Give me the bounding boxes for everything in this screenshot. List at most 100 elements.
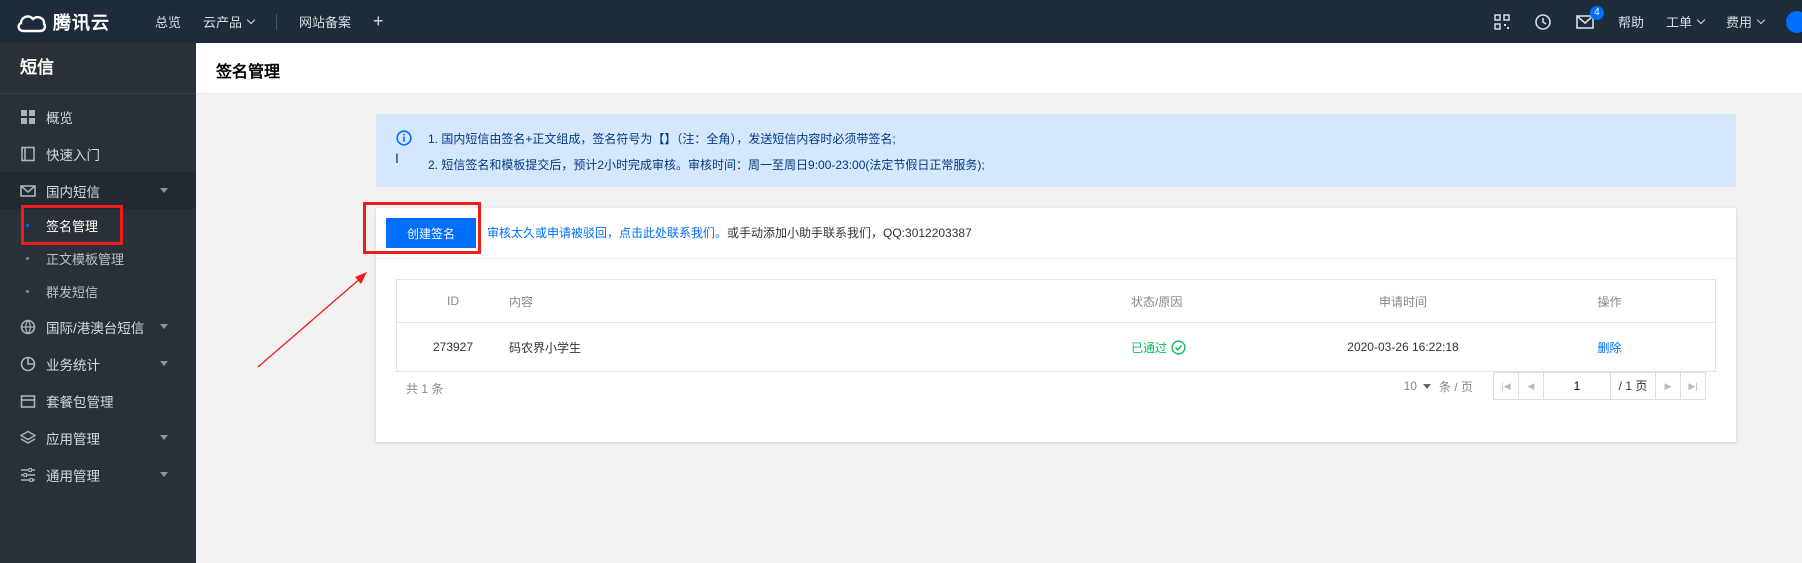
total-count: 共 1 条 xyxy=(406,382,444,396)
table-header-row: ID 内容 状态/原因 申请时间 操作 xyxy=(396,279,1716,323)
page-controls: |◀ ◀ / 1 页 ▶ ▶| xyxy=(1493,372,1706,400)
sidebar-item-general[interactable]: 通用管理 xyxy=(0,456,196,493)
contact-us-link[interactable]: 审核太久或申请被驳回，点击此处联系我们。 xyxy=(487,226,727,240)
status-text: 已通过 xyxy=(1131,340,1168,355)
col-header-op: 操作 xyxy=(1504,279,1716,323)
nav-products[interactable]: 云产品 xyxy=(203,12,256,31)
avatar[interactable] xyxy=(1786,10,1802,33)
sidebar-title: 短信 xyxy=(0,43,196,94)
qrcode-icon xyxy=(1494,13,1510,30)
sidebar-item-label: 快速入门 xyxy=(46,147,100,163)
sidebar-item-statistics[interactable]: 业务统计 xyxy=(0,345,196,382)
annotation-highlight-box xyxy=(363,202,481,254)
add-shortcut-button[interactable]: + xyxy=(373,11,384,32)
sidebar-item-templates[interactable]: 正文模板管理 xyxy=(0,242,196,275)
info-icon xyxy=(396,130,412,146)
signature-card: 创建签名 审核太久或申请被驳回，点击此处联系我们。或手动添加小助手联系我们，QQ… xyxy=(363,202,1736,442)
sidebar-item-overview[interactable]: 概览 xyxy=(0,98,196,135)
signature-table: ID 内容 状态/原因 申请时间 操作 273927 码农界小学生 已通过 20… xyxy=(396,279,1716,372)
nav-overview[interactable]: 总览 xyxy=(155,12,181,31)
cell-id: 273927 xyxy=(432,340,474,354)
notice-line-2: 2. 短信签名和模板提交后，预计2小时完成审核。审核时间：周一至周日9:00-2… xyxy=(428,158,985,172)
per-page-select[interactable]: 10 条 / 页 xyxy=(1404,378,1473,395)
page-number-input[interactable] xyxy=(1544,373,1611,399)
sidebar-item-domestic-sms[interactable]: 国内短信 xyxy=(0,172,196,209)
check-circle-icon xyxy=(1171,339,1186,355)
pagination: 10 条 / 页 |◀ ◀ / 1 页 ▶ ▶| xyxy=(1404,372,1706,400)
cloud-logo-icon xyxy=(17,14,47,32)
per-page-unit: 条 / 页 xyxy=(1438,379,1473,394)
brand-name: 腾讯云 xyxy=(53,12,110,33)
cell-time: 2020-03-26 16:22:18 xyxy=(1347,340,1459,354)
tickets-label: 工单 xyxy=(1665,15,1692,30)
tickets-menu[interactable]: 工单 xyxy=(1665,12,1706,31)
col-header-status: 状态/原因 xyxy=(1130,279,1302,323)
table-row: 273927 码农界小学生 已通过 2020-03-26 16:22:18 删除 xyxy=(397,323,1716,372)
bullet-icon xyxy=(26,257,29,260)
billing-menu[interactable]: 费用 xyxy=(1725,12,1766,31)
mail-button[interactable]: 4 xyxy=(1576,5,1604,29)
sidebar-item-label: 通用管理 xyxy=(46,468,100,484)
sidebar-menu: 概览 快速入门 国内短信 签名管理 正文模板管理 群发短信 国际/港澳台短信 业… xyxy=(0,98,196,493)
bullet-icon xyxy=(26,290,29,293)
sidebar-item-label: 应用管理 xyxy=(46,431,100,447)
sidebar-item-label: 国际/港澳台短信 xyxy=(46,320,145,336)
globe-icon xyxy=(20,319,36,334)
contact-tip: 审核太久或申请被驳回，点击此处联系我们。或手动添加小助手联系我们，QQ:3012… xyxy=(487,224,972,241)
brand-logo[interactable]: 腾讯云 xyxy=(15,9,135,35)
page-title: 签名管理 xyxy=(216,64,281,81)
per-page-value: 10 xyxy=(1403,379,1417,393)
qrcode-button[interactable] xyxy=(1494,13,1510,30)
mail-icon xyxy=(20,184,36,197)
chevron-down-icon xyxy=(246,15,256,25)
sidebar-item-label: 国内短信 xyxy=(46,184,100,200)
sidebar-item-quickstart[interactable]: 快速入门 xyxy=(0,135,196,172)
delete-link[interactable]: 删除 xyxy=(1597,341,1621,355)
sidebar-item-bulk-sms[interactable]: 群发短信 xyxy=(0,275,196,308)
info-notice: 1. 国内短信由签名+正文组成，签名符号为【】（注：全角），发送短信内容时必须带… xyxy=(376,114,1736,187)
sidebar-item-apps[interactable]: 应用管理 xyxy=(0,419,196,456)
table-footer: 共 1 条 10 条 / 页 |◀ ◀ / 1 页 ▶ ▶| xyxy=(396,372,1716,402)
nav-icp[interactable]: 网站备案 xyxy=(299,12,351,31)
cell-status: 已通过 xyxy=(1130,323,1302,372)
col-header-content: 内容 xyxy=(509,279,1130,323)
first-page-button[interactable]: |◀ xyxy=(1494,373,1519,399)
sidebar-item-international-sms[interactable]: 国际/港澳台短信 xyxy=(0,308,196,345)
clock-icon xyxy=(1535,13,1551,30)
total-pages: / 1 页 xyxy=(1618,379,1648,393)
chevron-down-icon xyxy=(1696,15,1706,25)
sidebar-item-label: 群发短信 xyxy=(46,285,99,300)
mail-badge: 4 xyxy=(1589,5,1604,20)
caret-down-icon xyxy=(160,472,168,477)
prev-page-button[interactable]: ◀ xyxy=(1519,373,1544,399)
help-link[interactable]: 帮助 xyxy=(1618,12,1644,31)
sliders-icon xyxy=(21,467,35,482)
text-cursor-icon: I xyxy=(395,150,399,166)
caret-down-icon xyxy=(160,435,168,440)
sidebar: 短信 概览 快速入门 国内短信 签名管理 正文模板管理 群发短信 国际/港澳台短… xyxy=(0,43,196,563)
last-page-button[interactable]: ▶| xyxy=(1680,373,1705,399)
col-header-time: 申请时间 xyxy=(1302,279,1504,323)
nav-products-label: 云产品 xyxy=(203,15,243,30)
divider xyxy=(376,258,1736,259)
cell-content: 码农界小学生 xyxy=(509,340,582,355)
sidebar-item-packages[interactable]: 套餐包管理 xyxy=(0,382,196,419)
billing-label: 费用 xyxy=(1725,15,1752,30)
history-button[interactable] xyxy=(1534,13,1552,31)
book-icon xyxy=(21,146,35,161)
pie-chart-icon xyxy=(20,356,36,371)
next-page-button[interactable]: ▶ xyxy=(1655,373,1680,399)
cell-op: 删除 xyxy=(1504,323,1716,372)
package-icon xyxy=(20,394,36,408)
grid-icon xyxy=(21,109,35,124)
annotation-sidebar-box xyxy=(21,205,123,245)
status-badge: 已通过 xyxy=(1131,339,1186,356)
sidebar-item-label: 套餐包管理 xyxy=(46,394,114,410)
caret-down-icon xyxy=(1422,383,1431,389)
sidebar-item-label: 业务统计 xyxy=(46,357,100,373)
sidebar-item-label: 概览 xyxy=(46,110,73,126)
caret-down-icon xyxy=(160,361,168,366)
caret-down-icon xyxy=(160,188,168,193)
layers-icon xyxy=(20,430,36,444)
contact-qq-text: 或手动添加小助手联系我们，QQ:3012203387 xyxy=(727,226,972,240)
